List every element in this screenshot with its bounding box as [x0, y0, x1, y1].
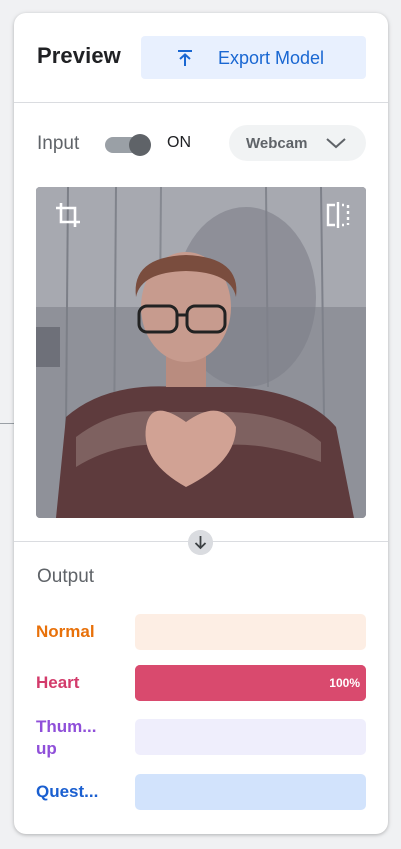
toggle-knob [129, 134, 151, 156]
toggle-state-label: ON [167, 134, 191, 151]
confidence-bar [135, 614, 366, 650]
class-name: Normal [36, 621, 95, 643]
confidence-bar: 100% [135, 665, 366, 701]
input-label: Input [37, 133, 80, 154]
export-model-button[interactable]: Export Model [141, 36, 366, 79]
connector-line [0, 423, 14, 424]
input-controls: Input ON Webcam [14, 125, 388, 165]
class-row: Heart 100% [14, 665, 388, 705]
confidence-percent: 100% [329, 676, 360, 690]
output-title: Output [37, 566, 95, 587]
class-name: Heart [36, 672, 79, 694]
class-name-line: Quest... [36, 782, 99, 801]
webcam-frame-image [36, 187, 366, 518]
preview-header: Preview Export Model [14, 13, 388, 103]
class-name-line: up [36, 739, 57, 758]
chevron-down-icon [326, 138, 346, 149]
input-source-value: Webcam [246, 135, 308, 152]
class-name-line: Thum... [36, 717, 97, 736]
input-source-dropdown[interactable]: Webcam [229, 125, 366, 161]
webcam-preview [36, 187, 366, 518]
class-row: Quest... [14, 774, 388, 814]
class-name-line: Heart [36, 673, 80, 692]
header-divider [14, 102, 388, 103]
arrow-down-icon [188, 530, 213, 555]
class-name: Quest... [36, 781, 98, 803]
confidence-bar [135, 774, 366, 810]
class-name-line: Normal [36, 622, 95, 641]
class-row: Normal [14, 614, 388, 654]
upload-icon [178, 50, 192, 66]
panel-title: Preview [37, 43, 121, 68]
confidence-bar [135, 719, 366, 755]
preview-panel: Preview Export Model Input ON Webcam Out… [14, 13, 388, 834]
flip-horizontal-icon[interactable] [324, 201, 352, 229]
crop-icon[interactable] [54, 201, 82, 229]
input-toggle[interactable] [105, 134, 151, 156]
class-row: Thum... up [14, 716, 388, 760]
class-name: Thum... up [36, 716, 96, 760]
export-model-label: Export Model [218, 48, 325, 68]
